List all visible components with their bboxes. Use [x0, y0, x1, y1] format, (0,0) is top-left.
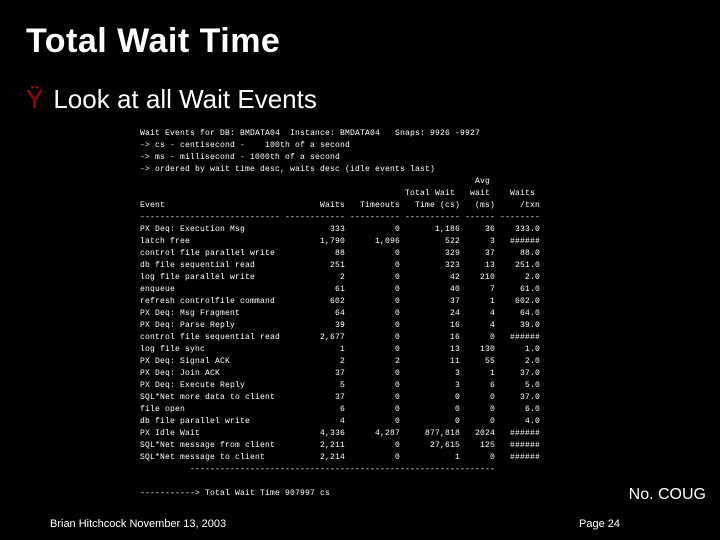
slide: Total Wait Time Ÿ Look at all Wait Event…	[0, 0, 720, 540]
footer-page: Page 24	[579, 518, 620, 530]
bullet-row: Ÿ Look at all Wait Events	[26, 84, 317, 115]
footer-author-date: Brian Hitchcock November 13, 2003	[50, 518, 226, 530]
wait-events-report: Wait Events for DB: BMDATA04 Instance: B…	[140, 128, 540, 500]
bullet-symbol: Ÿ	[26, 84, 43, 115]
bullet-text: Look at all Wait Events	[53, 84, 317, 115]
footer-tag: No. COUG	[629, 486, 706, 504]
page-title: Total Wait Time	[26, 22, 280, 61]
